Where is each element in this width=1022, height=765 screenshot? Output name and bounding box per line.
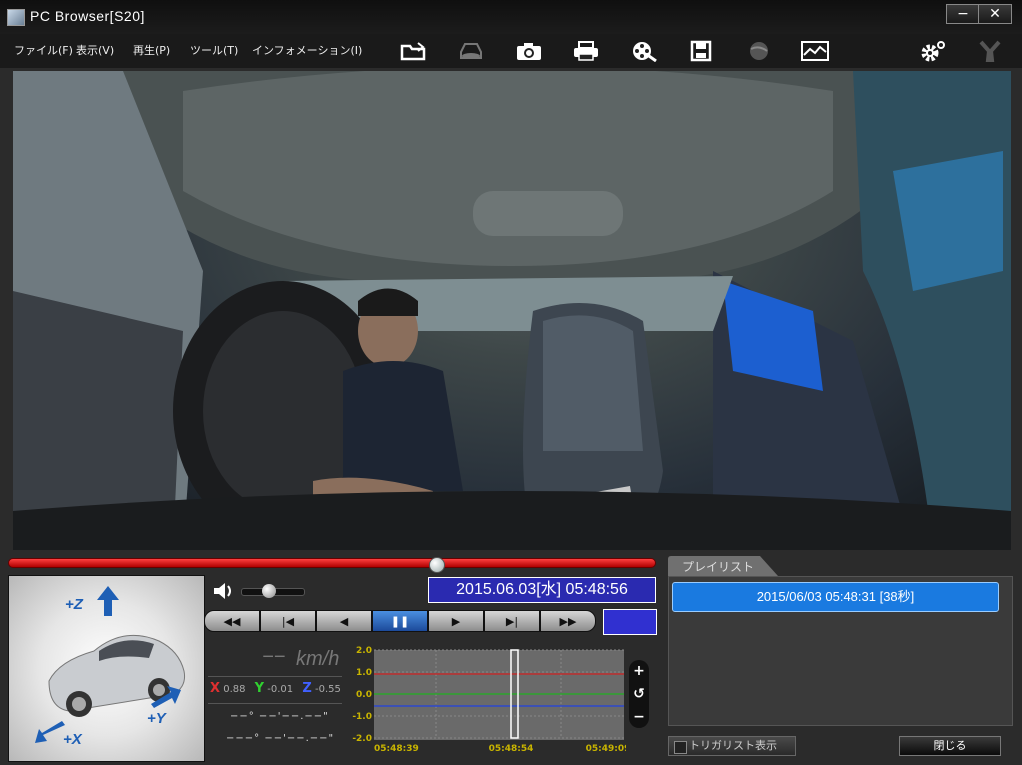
rewind-button[interactable]: ◀◀ xyxy=(204,610,260,632)
menu-play[interactable]: 再生(P) xyxy=(133,42,170,58)
playlist-panel: 2015/06/03 05:48:31 [38秒] xyxy=(668,576,1013,726)
speed-unit: km/h xyxy=(296,648,340,670)
title-bar: PC Browser[S20] − ✕ xyxy=(0,0,1022,34)
graph-y-tick: 2.0 xyxy=(356,646,372,656)
pause-button[interactable]: ❚❚ xyxy=(372,610,428,632)
seek-handle[interactable] xyxy=(428,557,445,573)
axis-z-arrow-icon xyxy=(97,586,119,616)
menu-view[interactable]: 表示(V) xyxy=(76,42,114,58)
seek-bar[interactable] xyxy=(8,558,656,568)
axis-x-arrow-icon xyxy=(35,721,65,743)
tool-disabled-icon xyxy=(972,38,1008,64)
settings-gear-icon[interactable] xyxy=(914,38,950,64)
indicator-box xyxy=(603,609,657,635)
next-button[interactable]: ▶| xyxy=(484,610,540,632)
graph-y-tick: -1.0 xyxy=(352,712,372,722)
accel-y-label: Y xyxy=(254,681,265,696)
accel-z-value: -0.55 xyxy=(314,684,341,695)
menu-tools[interactable]: ツール(T) xyxy=(190,42,238,58)
graph-plot-area xyxy=(374,650,624,740)
film-search-icon[interactable] xyxy=(626,38,662,64)
previous-button[interactable]: |◀ xyxy=(260,610,316,632)
window-title: PC Browser[S20] xyxy=(30,8,145,24)
graph-export-icon[interactable] xyxy=(797,38,833,64)
zoom-out-button[interactable]: − xyxy=(631,709,647,725)
close-window-button[interactable]: ✕ xyxy=(978,4,1012,24)
open-folder-icon[interactable] xyxy=(395,38,431,64)
playlist-tab-label: プレイリスト xyxy=(682,560,754,574)
speed-readout: −− km/h xyxy=(210,646,344,674)
playback-datetime: 2015.06.03[水] 05:48:56 xyxy=(428,577,656,603)
axis-x-label: +X xyxy=(63,731,82,748)
trigger-list-label: トリガリスト表示 xyxy=(689,739,777,752)
app-icon xyxy=(7,9,25,26)
zoom-reset-button[interactable]: ↺ xyxy=(631,686,647,702)
volume-handle[interactable] xyxy=(261,584,276,598)
graph-x-tick: 05:49:09 xyxy=(586,744,626,754)
gps-longitude: −−−° −−'−−.−−" xyxy=(226,733,335,744)
minimize-button[interactable]: − xyxy=(946,4,980,24)
gps-latitude: −−° −−'−−.−−" xyxy=(230,711,329,722)
trigger-list-checkbox[interactable] xyxy=(674,741,687,754)
graph-zoom-controls: + ↺ − xyxy=(629,660,649,728)
step-back-button[interactable]: ◀ xyxy=(316,610,372,632)
graph-x-tick: 05:48:39 xyxy=(374,744,419,754)
axis-z-label: +Z xyxy=(65,596,83,613)
play-button[interactable]: ▶ xyxy=(428,610,484,632)
volume-icon[interactable] xyxy=(212,581,234,601)
menu-file[interactable]: ファイル(F) xyxy=(14,42,73,58)
video-view[interactable] xyxy=(13,71,1011,550)
graph-y-tick: 0.0 xyxy=(356,690,372,700)
menu-bar: ファイル(F) 表示(V) 再生(P) ツール(T) インフォメーション(I) xyxy=(0,34,1022,68)
playlist-tab[interactable]: プレイリスト xyxy=(668,556,778,576)
sensor-orientation-panel: +Z +Y +X xyxy=(8,575,205,762)
save-icon[interactable] xyxy=(683,38,719,64)
graph-y-tick: -2.0 xyxy=(352,734,372,744)
graph-y-tick: 1.0 xyxy=(356,668,372,678)
accel-graph[interactable]: 2.0 1.0 0.0 -1.0 -2.0 05:48:39 05:48:54 05:49:… xyxy=(346,645,626,755)
accel-z-label: Z xyxy=(302,681,312,696)
graph-x-tick: 05:48:54 xyxy=(489,744,534,754)
camera-icon[interactable] xyxy=(511,38,547,64)
divider xyxy=(208,676,342,677)
divider xyxy=(208,703,342,704)
globe-disabled-icon xyxy=(741,38,777,64)
fast-forward-button[interactable]: ▶▶ xyxy=(540,610,596,632)
accel-x-value: 0.88 xyxy=(223,684,246,695)
playlist-item[interactable]: 2015/06/03 05:48:31 [38秒] xyxy=(672,582,999,612)
axis-y-label: +Y xyxy=(147,710,166,727)
axis-y-arrow-icon xyxy=(151,686,181,708)
speed-value: −− xyxy=(262,646,286,668)
disk-disabled-icon xyxy=(452,38,488,64)
playback-controls: ◀◀ |◀ ◀ ❚❚ ▶ ▶| ▶▶ xyxy=(204,610,596,632)
print-icon[interactable] xyxy=(568,38,604,64)
menu-information[interactable]: インフォメーション(I) xyxy=(252,42,362,58)
close-button[interactable]: 閉じる xyxy=(899,736,1001,756)
video-frame xyxy=(13,71,1011,550)
trigger-list-toggle[interactable]: トリガリスト表示 xyxy=(668,736,796,756)
car-model-icon xyxy=(48,634,185,717)
accel-x-label: X xyxy=(210,681,221,696)
accel-readout: X 0.88 Y -0.01 Z -0.55 xyxy=(210,681,341,696)
zoom-in-button[interactable]: + xyxy=(631,663,647,679)
accel-y-value: -0.01 xyxy=(267,684,294,695)
